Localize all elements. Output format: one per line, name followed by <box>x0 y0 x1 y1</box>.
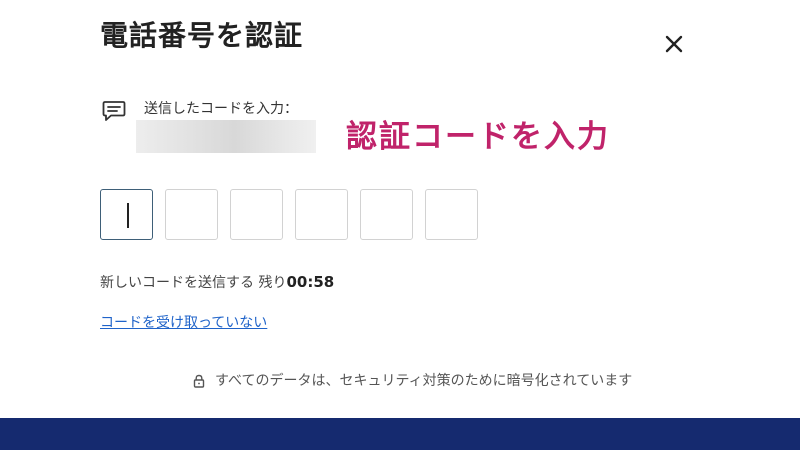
security-note-text: すべてのデータは、セキュリティ対策のために暗号化されています <box>215 373 633 389</box>
remaining-prefix: 残り <box>258 275 287 291</box>
remaining-timer: 00:58 <box>286 273 335 291</box>
text-cursor <box>127 203 129 228</box>
code-digit-2[interactable] <box>165 189 218 240</box>
code-digit-3[interactable] <box>230 189 283 240</box>
security-note: すべてのデータは、セキュリティ対策のために暗号化されています <box>193 371 632 391</box>
close-icon[interactable] <box>662 32 686 56</box>
code-digit-5[interactable] <box>360 189 413 240</box>
page-title: 電話番号を認証 <box>100 19 304 52</box>
code-digit-1[interactable] <box>100 189 153 240</box>
sent-code-label: 送信したコードを入力： <box>144 101 298 117</box>
lock-icon <box>193 374 205 388</box>
code-digit-6[interactable] <box>425 189 478 240</box>
footer-bar <box>0 418 800 450</box>
resend-countdown: 新しいコードを送信する 残り00:58 <box>100 272 334 293</box>
code-digit-4[interactable] <box>295 189 348 240</box>
masked-phone-number <box>136 120 316 153</box>
annotation-text: 認証コードを入力 <box>346 119 610 155</box>
not-received-link[interactable]: コードを受け取っていない <box>100 313 267 333</box>
resend-label: 新しいコードを送信する <box>100 275 254 291</box>
message-icon <box>102 101 126 121</box>
